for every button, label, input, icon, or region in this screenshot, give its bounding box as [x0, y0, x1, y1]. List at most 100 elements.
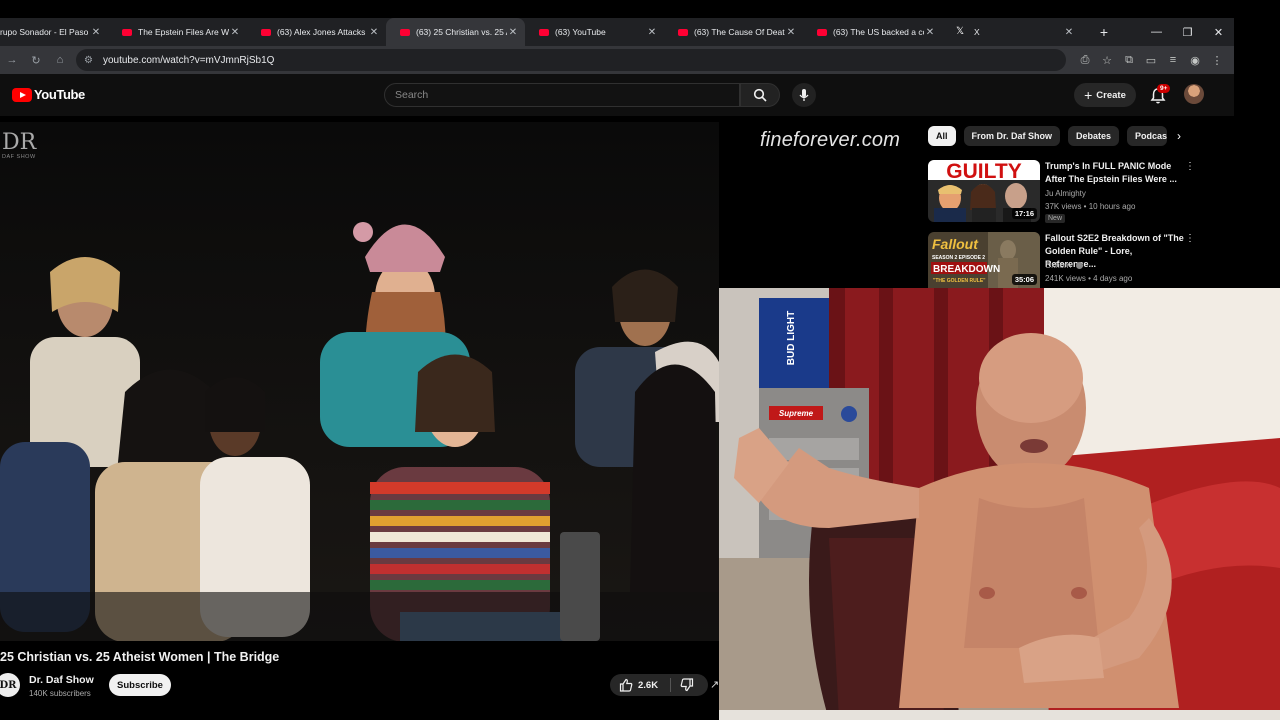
more-options-icon[interactable]: ⋮ — [1185, 234, 1195, 244]
window-controls: — ❐ ✕ — [1141, 18, 1234, 46]
close-icon[interactable]: ✕ — [646, 27, 658, 38]
verified-icon — [1076, 262, 1084, 270]
extensions-icon[interactable]: ⧉ — [1118, 54, 1140, 67]
create-button[interactable]: + Create — [1074, 83, 1136, 107]
home-icon[interactable]: ⌂ — [48, 54, 72, 66]
thumbnail-subtext: SEASON 2 EPISODE 2 — [932, 255, 985, 261]
chip-all[interactable]: All — [928, 126, 956, 146]
subscribe-button[interactable]: Subscribe — [109, 674, 171, 696]
chevron-right-icon[interactable]: › — [1170, 126, 1188, 146]
tab-title: rupo Sonador - El Paso D — [0, 27, 90, 37]
like-dislike-group: 2.6K — [610, 674, 708, 696]
microphone-icon — [799, 89, 809, 101]
close-icon[interactable]: ✕ — [229, 27, 241, 38]
close-icon[interactable]: ✕ — [924, 27, 936, 38]
browser-tools: ⎙ ☆ ⧉ ▭ ≡ ◉ ⋮ — [1074, 46, 1228, 74]
recommendation-item[interactable]: GUILTY 17:16 Trump's In FULL PANIC Mode … — [928, 160, 1198, 223]
youtube-favicon-icon — [678, 28, 688, 36]
reload-icon[interactable]: ↻ — [24, 54, 48, 67]
youtube-play-icon — [12, 87, 32, 102]
like-button[interactable] — [618, 678, 634, 692]
channel-avatar[interactable]: DR — [0, 673, 20, 697]
browser-tab[interactable]: rupo Sonador - El Paso D ✕ — [0, 18, 108, 46]
thumbnail-text: GUILTY — [946, 160, 1021, 183]
beer-box-text: BUD LIGHT — [786, 311, 797, 365]
browser-tab[interactable]: (63) The Cause Of Death ✕ — [664, 18, 803, 46]
channel-name[interactable]: Dr. Daf Show — [29, 674, 94, 686]
youtube-logo[interactable]: YouTube — [12, 87, 85, 102]
browser-tab[interactable]: The Epstein Files Are Way ✕ — [108, 18, 247, 46]
recommendation-channel[interactable]: Ju Almighty — [1045, 189, 1086, 198]
more-options-icon[interactable]: ⋮ — [1185, 162, 1195, 172]
thumbnail-text-breakdown: BREAKDOWN — [933, 264, 1000, 275]
menu-kebab-icon[interactable]: ⋮ — [1206, 54, 1228, 67]
sidebar-icon[interactable]: ▭ — [1140, 54, 1162, 67]
close-icon[interactable]: ✕ — [90, 27, 102, 38]
x-favicon-icon: 𝕏 — [956, 26, 965, 37]
logo-text: YouTube — [34, 87, 85, 102]
site-info-icon[interactable]: ⚙ — [84, 55, 93, 66]
browser-tab-bar: rupo Sonador - El Paso D ✕ The Epstein F… — [0, 18, 1234, 46]
video-thumbnail[interactable]: GUILTY 17:16 — [928, 160, 1040, 222]
media-icon[interactable]: ≡ — [1162, 54, 1184, 66]
close-window-icon[interactable]: ✕ — [1203, 26, 1234, 39]
browser-tab[interactable]: (63) The US backed a coup ✕ — [803, 18, 942, 46]
forward-icon[interactable]: → — [0, 54, 24, 66]
install-app-icon[interactable]: ⎙ — [1074, 54, 1096, 67]
browser-tab[interactable]: (63) Alex Jones Attacks Ca ✕ — [247, 18, 386, 46]
profile-icon[interactable]: ◉ — [1184, 54, 1206, 67]
video-watermark: fineforever.com — [760, 129, 901, 151]
plus-icon: + — [1084, 87, 1093, 103]
browser-tab-active[interactable]: (63) 25 Christian vs. 25 Ath ✕ — [386, 18, 525, 46]
thumbs-down-icon — [680, 678, 694, 692]
chip-debates[interactable]: Debates — [1068, 126, 1120, 146]
video-player[interactable] — [0, 122, 719, 641]
tab-title: (63) 25 Christian vs. 25 Ath — [416, 27, 507, 37]
recommendation-channel[interactable]: Oxhorn — [1045, 261, 1084, 270]
search-input[interactable]: Search — [384, 83, 740, 107]
recommendation-title[interactable]: Trump's In FULL PANIC Mode After The Eps… — [1045, 160, 1185, 186]
notification-count-badge: 9+ — [1157, 84, 1171, 93]
close-icon[interactable]: ✕ — [368, 27, 380, 38]
chip-from-channel[interactable]: From Dr. Daf Show — [963, 126, 1061, 146]
browser-tab[interactable]: (63) YouTube ✕ — [525, 18, 664, 46]
video-thumbnail[interactable]: Fallout SEASON 2 EPISODE 2 BREAKDOWN "TH… — [928, 232, 1040, 288]
account-avatar[interactable] — [1184, 84, 1204, 104]
recommendation-item[interactable]: Fallout SEASON 2 EPISODE 2 BREAKDOWN "TH… — [928, 232, 1198, 288]
new-tab-button[interactable]: + — [1091, 24, 1117, 40]
youtube-favicon-icon — [261, 28, 271, 36]
browser-toolbar: → ↻ ⌂ ⚙ youtube.com/watch?v=mVJmnRjSb1Q … — [0, 46, 1234, 74]
youtube-favicon-icon — [539, 28, 549, 36]
close-icon[interactable]: ✕ — [507, 27, 519, 38]
show-logo-mark: DR — [2, 130, 37, 155]
right-black-edge — [1234, 0, 1280, 288]
channel-label: Oxhorn — [1045, 261, 1072, 270]
bookmark-star-icon[interactable]: ☆ — [1096, 54, 1118, 67]
address-bar[interactable]: ⚙ youtube.com/watch?v=mVJmnRjSb1Q — [76, 49, 1066, 71]
thumbs-up-icon — [619, 678, 633, 692]
url-text: youtube.com/watch?v=mVJmnRjSb1Q — [102, 54, 275, 66]
close-icon[interactable]: ✕ — [785, 27, 797, 38]
screen: { "browser": { "tabs": [ {"title": "rupo… — [0, 0, 1280, 720]
chip-podcasts[interactable]: Podcasts — [1127, 126, 1168, 146]
youtube-favicon-icon — [817, 28, 827, 36]
tab-title: The Epstein Files Are Way — [138, 27, 229, 37]
tab-title: (63) The US backed a coup — [833, 27, 924, 37]
close-icon[interactable]: ✕ — [1063, 27, 1075, 38]
show-logo-caption: DAF SHOW — [2, 154, 36, 160]
filter-chips: All From Dr. Daf Show Debates Podcasts — [928, 126, 1175, 146]
restore-icon[interactable]: ❐ — [1172, 26, 1203, 39]
dislike-button[interactable] — [679, 678, 695, 692]
search-button[interactable] — [740, 83, 780, 107]
voice-search-button[interactable] — [792, 83, 816, 107]
search-icon — [753, 88, 767, 102]
video-duration: 35:06 — [1011, 274, 1037, 285]
like-count: 2.6K — [638, 679, 659, 691]
thumbnail-text: Fallout — [932, 236, 979, 252]
minimize-icon[interactable]: — — [1141, 26, 1172, 38]
new-badge: New — [1045, 214, 1066, 223]
subscriber-count: 140K subscribers — [29, 689, 91, 698]
video-frame-panel-audience — [0, 122, 719, 641]
browser-tab[interactable]: 𝕏 X ✕ — [942, 18, 1081, 46]
youtube-favicon-icon — [400, 28, 410, 36]
